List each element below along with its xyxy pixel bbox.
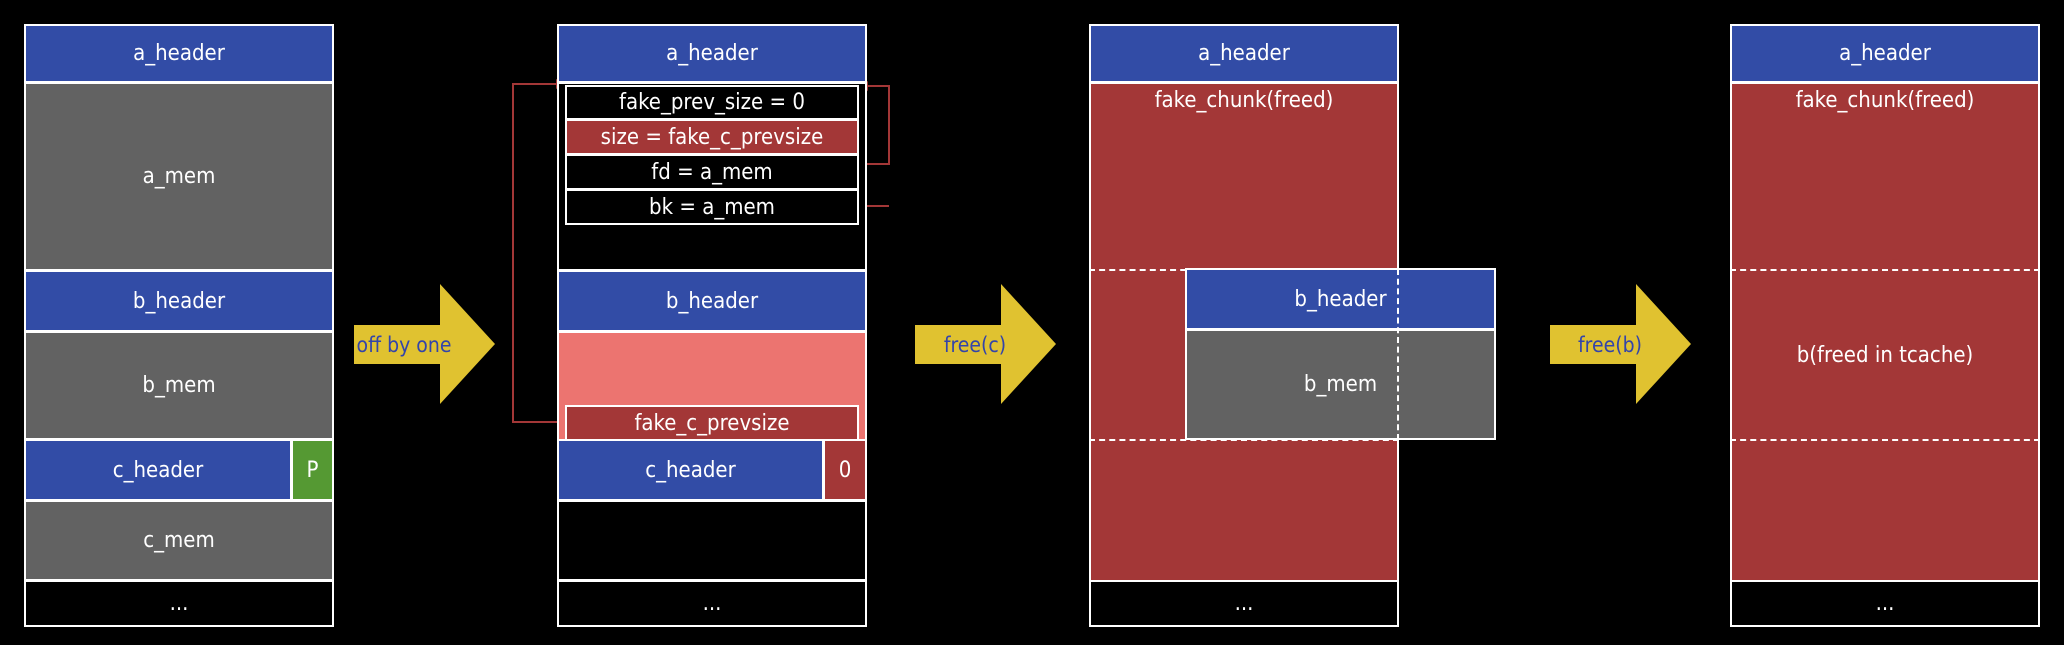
- more-memory: ...: [1089, 580, 1399, 627]
- step-2-label: free(c): [943, 332, 1007, 357]
- fake-chunk-edge: [1397, 269, 1399, 440]
- fake-c-prevsize: fake_c_prevsize: [565, 405, 859, 441]
- b-freed-in-tcache: b(freed in tcache): [1796, 342, 1974, 368]
- diagram: a_header a_mem b_header b_mem c_header P…: [0, 0, 2064, 645]
- fake-fd: fd = a_mem: [565, 154, 859, 190]
- a-header: a_header: [557, 24, 867, 83]
- b-mem: b_mem: [1185, 329, 1496, 440]
- b-header: b_header: [557, 270, 867, 332]
- b-boundary-bottom: [1730, 439, 2040, 441]
- fake-size: size = fake_c_prevsize: [565, 119, 859, 155]
- prev-inuse-flag-cleared: 0: [823, 439, 867, 501]
- step-1-label: off by one: [356, 332, 452, 357]
- more-memory: ...: [1730, 580, 2040, 627]
- a-header: a_header: [1730, 24, 2040, 83]
- more-memory: ...: [557, 580, 867, 627]
- c-mem: [557, 500, 867, 581]
- b-header: b_header: [1185, 268, 1496, 330]
- c-header: c_header: [557, 439, 824, 501]
- a-header: a_header: [1089, 24, 1399, 83]
- fake-bk: bk = a_mem: [565, 189, 859, 225]
- step-3-label: free(b): [1578, 332, 1642, 357]
- fake-prev-size: fake_prev_size = 0: [565, 85, 859, 120]
